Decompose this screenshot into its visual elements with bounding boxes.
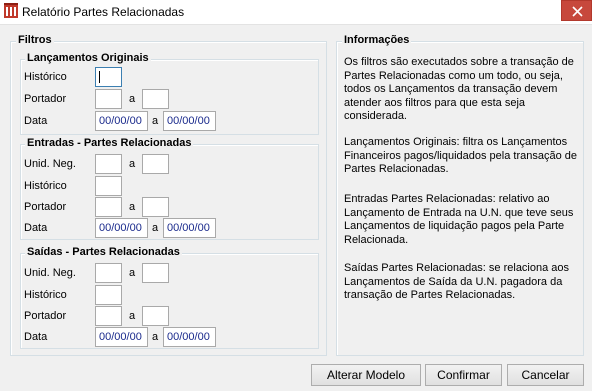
lancamentos-data-to-input[interactable]: 00/00/00 bbox=[163, 111, 216, 131]
lancamentos-historico-input[interactable] bbox=[95, 67, 122, 87]
portador-label: Portador bbox=[24, 93, 67, 105]
entradas-unid-to-input[interactable] bbox=[142, 154, 169, 174]
data-label: Data bbox=[24, 222, 48, 234]
a-label: a bbox=[129, 310, 136, 322]
data-label: Data bbox=[24, 331, 48, 343]
saidas-portador-from-input[interactable] bbox=[95, 306, 122, 326]
info-paragraph: Lançamentos Originais: filtra os Lançame… bbox=[344, 136, 577, 175]
window-title: Relatório Partes Relacionadas bbox=[22, 5, 185, 19]
entradas-historico-input[interactable] bbox=[95, 176, 122, 196]
close-icon bbox=[572, 6, 583, 17]
a-label: a bbox=[129, 267, 136, 279]
unid-neg-label: Unid. Neg. bbox=[24, 158, 76, 170]
a-label: a bbox=[129, 158, 136, 170]
saidas-unid-to-input[interactable] bbox=[142, 263, 169, 283]
lancamentos-portador-from-input[interactable] bbox=[95, 89, 122, 109]
confirmar-button[interactable]: Confirmar bbox=[425, 364, 502, 386]
entradas-portador-from-input[interactable] bbox=[95, 197, 122, 217]
a-label: a bbox=[129, 93, 136, 105]
info-paragraph: Saídas Partes Relacionadas: se relaciona… bbox=[344, 262, 570, 301]
saidas-portador-to-input[interactable] bbox=[142, 306, 169, 326]
a-label: a bbox=[152, 222, 159, 234]
portador-label: Portador bbox=[24, 310, 67, 322]
confirmar-label: Confirmar bbox=[437, 368, 490, 382]
cancelar-button[interactable]: Cancelar bbox=[507, 364, 584, 386]
lancamentos-portador-to-input[interactable] bbox=[142, 89, 169, 109]
portador-label: Portador bbox=[24, 201, 67, 213]
filtros-title: Filtros bbox=[16, 34, 54, 46]
entradas-data-from-input[interactable]: 00/00/00 bbox=[95, 218, 148, 238]
title-bar: Relatório Partes Relacionadas bbox=[0, 0, 592, 25]
data-label: Data bbox=[24, 115, 48, 127]
saidas-historico-input[interactable] bbox=[95, 285, 122, 305]
cancelar-label: Cancelar bbox=[521, 368, 570, 382]
entradas-data-to-input[interactable]: 00/00/00 bbox=[163, 218, 216, 238]
info-paragraph: Entradas Partes Relacionadas: relativo a… bbox=[344, 193, 574, 246]
saidas-data-from-input[interactable]: 00/00/00 bbox=[95, 327, 148, 347]
saidas-unid-from-input[interactable] bbox=[95, 263, 122, 283]
alterar-modelo-label: Alterar Modelo bbox=[326, 368, 406, 382]
alterar-modelo-button[interactable]: Alterar Modelo bbox=[311, 364, 421, 386]
lancamentos-title: Lançamentos Originais bbox=[25, 52, 151, 64]
close-button[interactable] bbox=[561, 0, 592, 21]
informacoes-title: Informações bbox=[342, 34, 412, 46]
saidas-title: Saídas - Partes Relacionadas bbox=[25, 246, 182, 258]
a-label: a bbox=[152, 331, 159, 343]
entradas-title: Entradas - Partes Relacionadas bbox=[25, 137, 194, 149]
info-paragraph: Os filtros são executados sobre a transa… bbox=[344, 56, 574, 122]
lancamentos-data-from-input[interactable]: 00/00/00 bbox=[95, 111, 148, 131]
report-app-icon bbox=[3, 3, 19, 19]
a-label: a bbox=[152, 115, 159, 127]
a-label: a bbox=[129, 201, 136, 213]
entradas-unid-from-input[interactable] bbox=[95, 154, 122, 174]
saidas-data-to-input[interactable]: 00/00/00 bbox=[163, 327, 216, 347]
historico-label: Histórico bbox=[24, 289, 67, 301]
historico-label: Histórico bbox=[24, 71, 67, 83]
unid-neg-label: Unid. Neg. bbox=[24, 267, 76, 279]
historico-label: Histórico bbox=[24, 180, 67, 192]
entradas-portador-to-input[interactable] bbox=[142, 197, 169, 217]
